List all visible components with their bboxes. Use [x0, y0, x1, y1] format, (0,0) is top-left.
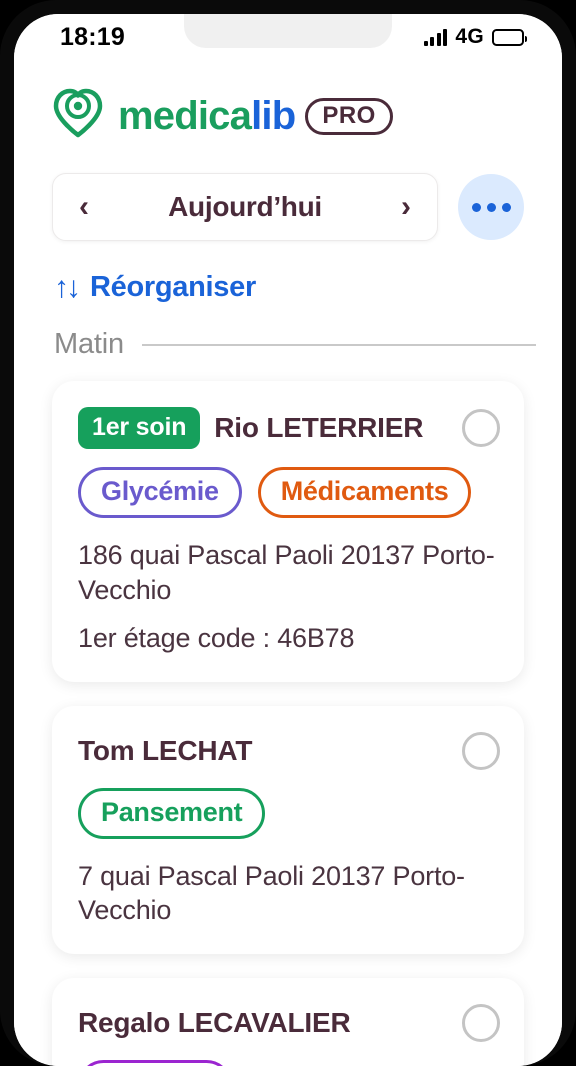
chevron-left-icon[interactable]: ‹	[79, 192, 89, 222]
care-tag[interactable]: Pansement	[78, 787, 266, 839]
unchecked-circle-icon[interactable]	[462, 731, 500, 770]
care-tag-list: Pansement	[78, 787, 500, 839]
app-header: medicalib PRO	[14, 60, 562, 161]
patient-name: Tom LECHAT	[78, 734, 253, 766]
unchecked-circle-icon[interactable]	[462, 409, 500, 447]
reorganize-button[interactable]: ↑↓ Réorganiser	[14, 241, 562, 304]
more-dot	[501, 202, 511, 212]
phone-notch	[184, 14, 392, 48]
more-options-button[interactable]	[458, 174, 524, 240]
patient-address: 7 quai Pascal Paoli 20137 Porto-Vecchio	[78, 860, 465, 926]
date-navigation: ‹ Aujourd’hui ›	[14, 161, 562, 241]
care-tag-list: Glycémie Médicaments	[78, 467, 500, 518]
unchecked-circle-icon[interactable]	[462, 1003, 500, 1042]
sort-arrows-icon: ↑↓	[54, 270, 81, 304]
card-header: Tom LECHAT	[78, 731, 500, 770]
care-tag[interactable]: Injection	[78, 1059, 233, 1066]
first-care-badge: 1er soin	[78, 407, 201, 449]
chevron-right-icon[interactable]: ›	[401, 192, 411, 222]
brand-lib: lib	[251, 93, 296, 138]
patient-address: 186 quai Pascal Paoli 20137 Porto-Vecchi…	[78, 540, 495, 605]
status-indicators: 4G	[423, 25, 527, 49]
brand-wordmark: medicalib PRO	[118, 96, 393, 136]
phone-screen: 18:19 4G medicalib PRO ‹ Aujourd’hui › ↑…	[14, 14, 562, 1066]
signal-bars-icon	[423, 28, 448, 46]
section-header-matin: Matin	[14, 304, 562, 361]
medicalib-heart-target-icon	[52, 88, 104, 143]
care-tag[interactable]: Glycémie	[78, 467, 242, 518]
patient-access-detail: 1er étage code : 46B78	[78, 623, 355, 654]
app-content: medicalib PRO ‹ Aujourd’hui › ↑↓ Réorgan…	[14, 60, 562, 1066]
card-header: Regalo LECAVALIER	[78, 1003, 500, 1042]
patient-card[interactable]: 1er soin Rio LETERRIER Glycémie Médicame…	[52, 381, 524, 682]
patient-card-list: 1er soin Rio LETERRIER Glycémie Médicame…	[14, 361, 562, 1066]
battery-low-icon	[492, 28, 527, 46]
section-title: Matin	[54, 328, 124, 360]
patient-card[interactable]: Tom LECHAT Pansement 7 quai Pascal Paoli…	[52, 705, 524, 954]
section-divider	[141, 343, 536, 346]
more-dot	[471, 202, 481, 212]
more-dot	[486, 202, 496, 212]
care-tag-list: Injection	[78, 1059, 500, 1066]
patient-name: Rio LETERRIER	[214, 412, 424, 443]
phone-frame: 18:19 4G medicalib PRO ‹ Aujourd’hui › ↑…	[0, 0, 576, 1066]
card-header: 1er soin Rio LETERRIER	[78, 407, 500, 449]
pro-badge: PRO	[305, 97, 393, 135]
brand-medica: medica	[118, 93, 252, 138]
patient-card[interactable]: Regalo LECAVALIER Injection	[52, 977, 524, 1066]
status-time: 18:19	[60, 22, 125, 51]
care-tag[interactable]: Médicaments	[257, 467, 472, 518]
date-selector[interactable]: ‹ Aujourd’hui ›	[52, 173, 438, 241]
network-type-label: 4G	[455, 25, 484, 48]
patient-name: Regalo LECAVALIER	[78, 1006, 351, 1038]
current-date-label: Aujourd’hui	[168, 191, 322, 222]
reorganize-label: Réorganiser	[90, 271, 256, 303]
